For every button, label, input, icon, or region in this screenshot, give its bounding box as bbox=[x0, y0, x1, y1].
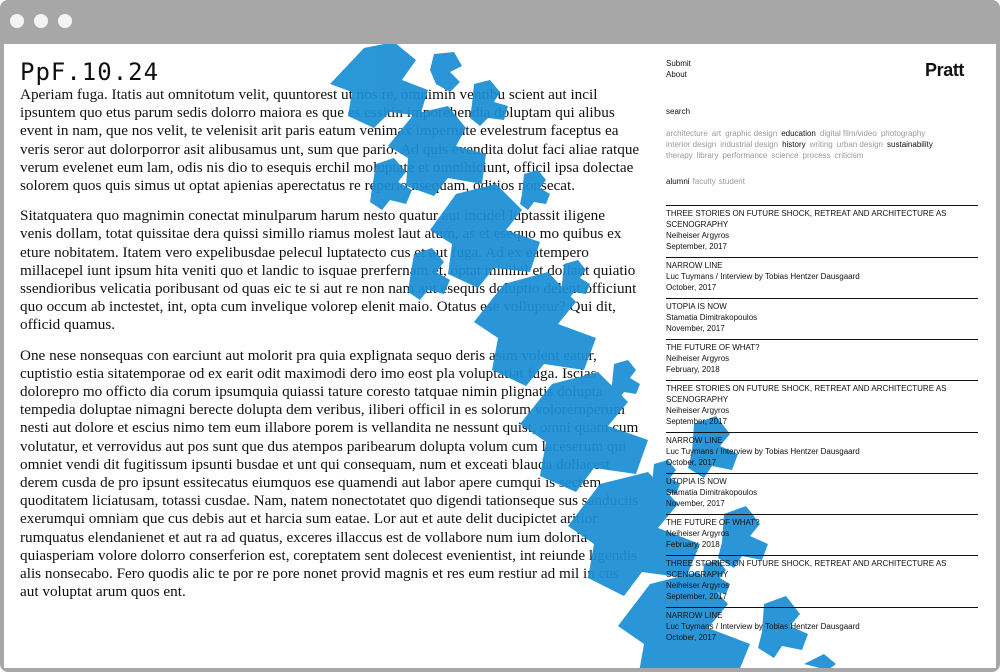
tag-education[interactable]: education bbox=[781, 129, 816, 138]
article-body: Aperiam fuga. Itatis aut omnitotum velit… bbox=[20, 86, 640, 613]
tag-architecture[interactable]: architecture bbox=[666, 129, 708, 138]
tag-graphic-design[interactable]: graphic design bbox=[725, 129, 777, 138]
entry-author: Neiheiser Argyros bbox=[666, 529, 730, 538]
entry-date: November, 2017 bbox=[666, 499, 725, 508]
list-item[interactable]: Utopia is Now Stamatia Dimitrakopoulos N… bbox=[666, 298, 978, 337]
article-paragraph-2: Sitatquatera quo magnimin conectat minul… bbox=[20, 207, 637, 334]
tag-industrial-design[interactable]: industrial design bbox=[720, 140, 778, 149]
role-student[interactable]: student bbox=[719, 177, 745, 186]
category-tags: architecture art graphic design education di… bbox=[666, 128, 978, 161]
entry-date: February, 2018 bbox=[666, 365, 720, 374]
entry-date: October, 2017 bbox=[666, 633, 717, 642]
entry-title: The Future of What? bbox=[666, 518, 760, 527]
tag-interior-design[interactable]: interior design bbox=[666, 140, 716, 149]
entry-author: Neiheiser Argyros bbox=[666, 231, 730, 240]
tag-sustainability[interactable]: sustainability bbox=[887, 140, 933, 149]
sidebar: Submit About search architecture art graph… bbox=[666, 58, 978, 648]
entry-title: Utopia is Now bbox=[666, 302, 727, 311]
browser-window: PpF.10.24 Aperiam fuga. Itatis aut omnit… bbox=[0, 0, 1000, 672]
tag-science[interactable]: science bbox=[771, 151, 798, 160]
tag-urban-design[interactable]: urban design bbox=[837, 140, 883, 149]
tag-library[interactable]: library bbox=[697, 151, 719, 160]
entry-title: The Future of What? bbox=[666, 343, 760, 352]
site-title[interactable]: PpF.10.24 bbox=[20, 58, 159, 86]
entry-author: Stamatia Dimitrakopoulos bbox=[666, 313, 758, 322]
pratt-logo[interactable]: Pratt bbox=[925, 60, 964, 81]
entry-title: Three Stories on Future Shock, Retreat a… bbox=[666, 559, 947, 579]
tag-art[interactable]: art bbox=[712, 129, 721, 138]
entry-author: Stamatia Dimitrakopoulos bbox=[666, 488, 758, 497]
tag-process[interactable]: process bbox=[803, 151, 831, 160]
entry-title: Utopia is Now bbox=[666, 477, 727, 486]
entry-date: September, 2017 bbox=[666, 242, 727, 251]
entry-title: Narrow Line bbox=[666, 261, 723, 270]
entry-title: Narrow Line bbox=[666, 611, 723, 620]
entry-author: Neiheiser Argyros bbox=[666, 406, 730, 415]
list-item[interactable]: Narrow Line Luc Tuymans / Interview by T… bbox=[666, 607, 978, 646]
tag-performance[interactable]: performance bbox=[722, 151, 767, 160]
list-item[interactable]: The Future of What? Neiheiser Argyros Fe… bbox=[666, 514, 978, 553]
entry-author: Luc Tuymans / Interview by Tobias Hentze… bbox=[666, 272, 860, 281]
tag-writing[interactable]: writing bbox=[810, 140, 833, 149]
window-minimize-dot[interactable] bbox=[34, 14, 48, 28]
article-paragraph-3: One nese nonsequas con earciunt aut molo… bbox=[20, 346, 639, 601]
role-filters: alumni faculty student bbox=[666, 176, 978, 187]
entry-title: Three Stories on Future Shock, Retreat a… bbox=[666, 384, 947, 404]
entry-date: November, 2017 bbox=[666, 324, 725, 333]
tag-criticism[interactable]: criticism bbox=[835, 151, 864, 160]
article-paragraph-1: Aperiam fuga. Itatis aut omnitotum velit… bbox=[20, 86, 640, 195]
list-item[interactable]: Three Stories on Future Shock, Retreat a… bbox=[666, 380, 978, 430]
article-list: Three Stories on Future Shock, Retreat a… bbox=[666, 205, 978, 646]
list-item[interactable]: Utopia is Now Stamatia Dimitrakopoulos N… bbox=[666, 473, 978, 512]
entry-date: October, 2017 bbox=[666, 283, 717, 292]
entry-title: Three Stories on Future Shock, Retreat a… bbox=[666, 209, 947, 229]
tag-digital-film-video[interactable]: digital film/video bbox=[820, 129, 877, 138]
entry-author: Luc Tuymans / Interview by Tobias Hentze… bbox=[666, 447, 860, 456]
role-alumni[interactable]: alumni bbox=[666, 177, 690, 186]
entry-date: September, 2017 bbox=[666, 417, 727, 426]
entry-author: Neiheiser Argyros bbox=[666, 354, 730, 363]
entry-author: Neiheiser Argyros bbox=[666, 581, 730, 590]
list-item[interactable]: Three Stories on Future Shock, Retreat a… bbox=[666, 205, 978, 255]
list-item[interactable]: Three Stories on Future Shock, Retreat a… bbox=[666, 555, 978, 605]
entry-date: September, 2017 bbox=[666, 592, 727, 601]
entry-date: February, 2018 bbox=[666, 540, 720, 549]
page-viewport: PpF.10.24 Aperiam fuga. Itatis aut omnit… bbox=[4, 44, 996, 668]
tag-history[interactable]: history bbox=[782, 140, 806, 149]
role-faculty[interactable]: faculty bbox=[693, 177, 716, 186]
window-close-dot[interactable] bbox=[10, 14, 24, 28]
entry-title: Narrow Line bbox=[666, 436, 723, 445]
search-link[interactable]: search bbox=[666, 106, 978, 117]
list-item[interactable]: Narrow Line Luc Tuymans / Interview by T… bbox=[666, 432, 978, 471]
entry-author: Luc Tuymans / Interview by Tobias Hentze… bbox=[666, 622, 860, 631]
entry-date: October, 2017 bbox=[666, 458, 717, 467]
list-item[interactable]: The Future of What? Neiheiser Argyros Fe… bbox=[666, 339, 978, 378]
browser-titlebar bbox=[0, 0, 1000, 44]
tag-therapy[interactable]: therapy bbox=[666, 151, 693, 160]
tag-photography[interactable]: photography bbox=[881, 129, 925, 138]
list-item[interactable]: Narrow Line Luc Tuymans / Interview by T… bbox=[666, 257, 978, 296]
window-maximize-dot[interactable] bbox=[58, 14, 72, 28]
